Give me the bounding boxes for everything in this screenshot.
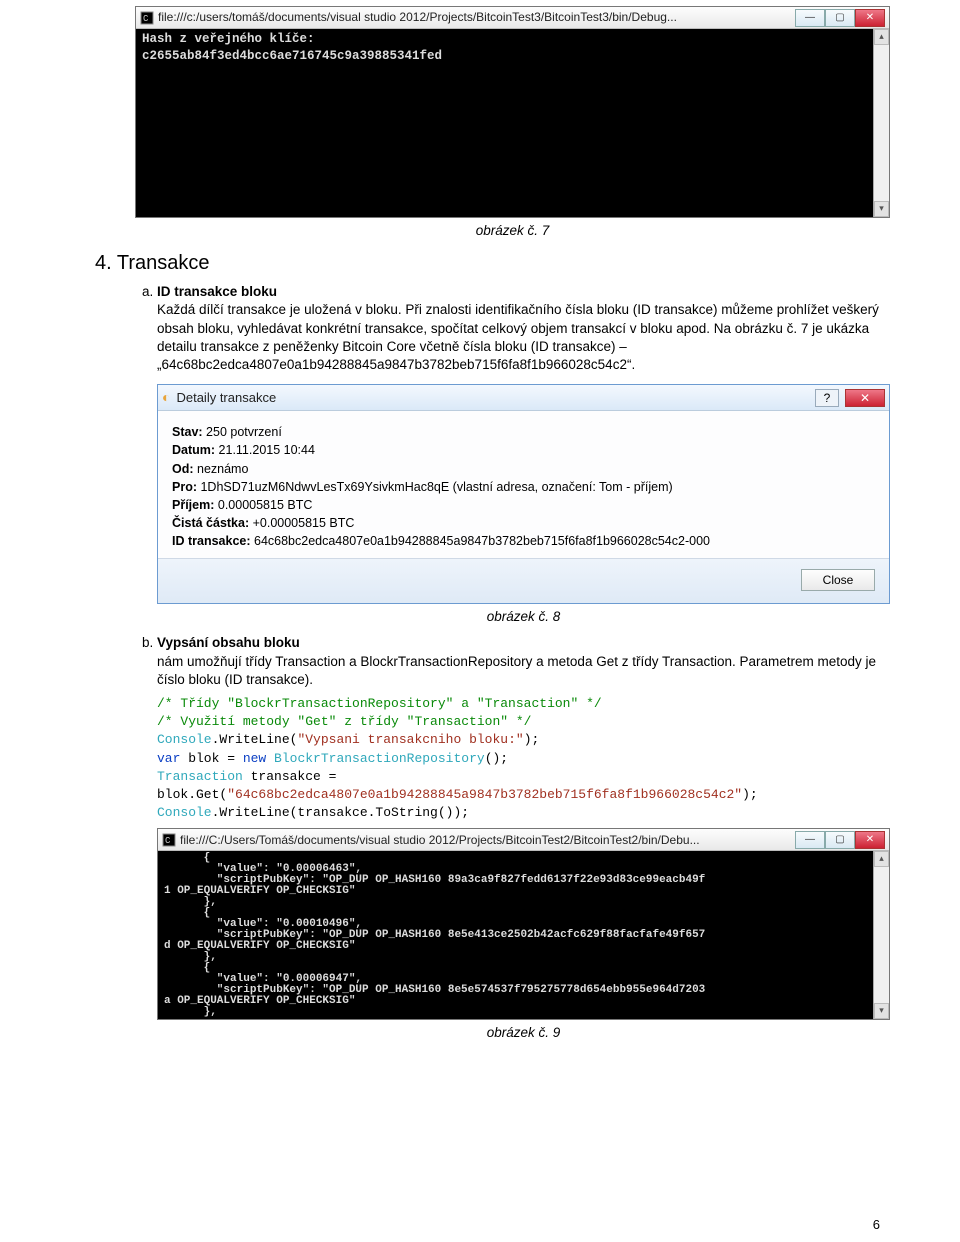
stav-label: Stav: [172,425,203,439]
figure-caption-9: obrázek č. 9 [157,1024,890,1042]
code-token: blok = [180,751,242,766]
console-titlebar[interactable]: C file:///c:/users/tomáš/documents/visua… [136,7,889,29]
svg-text:C: C [143,14,149,24]
stav-value: 250 potvrzení [203,425,282,439]
console-output: Hash z veřejného klíče: c2655ab84f3ed4bc… [136,29,889,217]
console-titlebar[interactable]: C file:///C:/Users/Tomáš/documents/visua… [158,829,889,851]
dialog-title: Detaily transakce [176,389,809,407]
svg-text:C: C [165,836,171,846]
code-token: ); [742,787,758,802]
item-b-title: Vypsání obsahu bloku [157,635,300,650]
idtx-label: ID transakce: [172,534,251,548]
scrollbar-up-icon[interactable]: ▴ [874,29,889,45]
od-label: Od: [172,462,194,476]
window-maximize-button[interactable]: ▢ [825,9,855,27]
scrollbar-down-icon[interactable]: ▾ [874,201,889,217]
prijem-value: 0.00005815 BTC [214,498,312,512]
code-type: Transaction [157,769,243,784]
code-comment: /* Využití metody "Get" z třídy "Transac… [157,714,531,729]
section-4-heading: 4. Transakce [95,250,890,277]
console-app-icon: C [162,833,176,847]
code-string: "64c68bc2edca4807e0a1b94288845a9847b3782… [227,787,742,802]
console-line: }, [164,897,883,908]
list-item-a: ID transakce bloku Každá dílčí transakce… [157,283,890,626]
code-token [266,751,274,766]
window-close-button[interactable]: ✕ [855,831,885,849]
console-line: c2655ab84f3ed4bcc6ae716745c9a39885341fed [142,48,883,65]
code-keyword: new [243,751,266,766]
scrollbar-vertical[interactable]: ▴ ▾ [873,29,889,217]
scrollbar-vertical[interactable]: ▴ ▾ [873,851,889,1019]
console-line: a OP_EQUALVERIFY OP_CHECKSIG" [164,996,883,1007]
code-string: "Vypsani transakcniho bloku:" [297,732,523,747]
console-window-1: C file:///c:/users/tomáš/documents/visua… [135,6,890,218]
code-token: blok.Get( [157,787,227,802]
dialog-footer: Close [158,558,889,603]
code-type: BlockrTransactionRepository [274,751,485,766]
console-app-icon: C [140,11,154,25]
dialog-titlebar[interactable]: ◐ Detaily transakce ? ✕ [158,385,889,411]
transaction-details-dialog: ◐ Detaily transakce ? ✕ Stav: 250 potvrz… [157,384,890,604]
window-maximize-button[interactable]: ▢ [825,831,855,849]
console-line: 1 OP_EQUALVERIFY OP_CHECKSIG" [164,886,883,897]
code-token: .WriteLine(transakce.ToString()); [212,805,469,820]
console-line: }, [164,952,883,963]
dialog-help-button[interactable]: ? [815,389,839,407]
code-keyword: var [157,751,180,766]
console-path: file:///c:/users/tomáš/documents/visual … [158,9,791,25]
code-token: ); [524,732,540,747]
window-minimize-button[interactable]: — [795,831,825,849]
scrollbar-down-icon[interactable]: ▾ [874,1003,889,1019]
console-path: file:///C:/Users/Tomáš/documents/visual … [180,832,791,848]
console-line: d OP_EQUALVERIFY OP_CHECKSIG" [164,941,883,952]
item-b-body: nám umožňují třídy Transaction a BlockrT… [157,654,876,687]
code-type: Console [157,805,212,820]
cista-value: +0.00005815 BTC [249,516,354,530]
console-window-2: C file:///C:/Users/Tomáš/documents/visua… [157,828,890,1020]
console-line: }, [164,1007,883,1018]
scrollbar-up-icon[interactable]: ▴ [874,851,889,867]
figure-caption-8: obrázek č. 8 [157,608,890,626]
code-token: .WriteLine( [212,732,298,747]
dialog-close-footer-button[interactable]: Close [801,569,875,591]
window-minimize-button[interactable]: — [795,9,825,27]
console-output: { "value": "0.00006463", "scriptPubKey":… [158,851,889,1019]
code-block: /* Třídy "BlockrTransactionRepository" a… [157,695,890,822]
dialog-body: Stav: 250 potvrzení Datum: 21.11.2015 10… [158,411,889,558]
datum-value: 21.11.2015 10:44 [215,443,315,457]
console-line: Hash z veřejného klíče: [142,31,883,48]
item-a-body: Každá dílčí transakce je uložená v bloku… [157,302,879,372]
figure-caption-7: obrázek č. 7 [135,222,890,240]
dialog-close-button[interactable]: ✕ [845,389,885,407]
prijem-label: Příjem: [172,498,214,512]
code-token: transakce = [243,769,337,784]
datum-label: Datum: [172,443,215,457]
pro-value: 1DhSD71uzM6NdwvLesTx69YsivkmHac8qE (vlas… [197,480,673,494]
dialog-warning-icon: ◐ [162,388,170,407]
idtx-value: 64c68bc2edca4807e0a1b94288845a9847b3782b… [251,534,710,548]
od-value: neznámo [194,462,249,476]
list-item-b: Vypsání obsahu bloku nám umožňují třídy … [157,634,890,1042]
window-close-button[interactable]: ✕ [855,9,885,27]
page-number: 6 [873,1216,880,1234]
code-token: (); [485,751,508,766]
pro-label: Pro: [172,480,197,494]
code-comment: /* Třídy "BlockrTransactionRepository" a… [157,696,602,711]
cista-label: Čistá částka: [172,516,249,530]
item-a-title: ID transakce bloku [157,284,277,299]
code-token: Console [157,732,212,747]
